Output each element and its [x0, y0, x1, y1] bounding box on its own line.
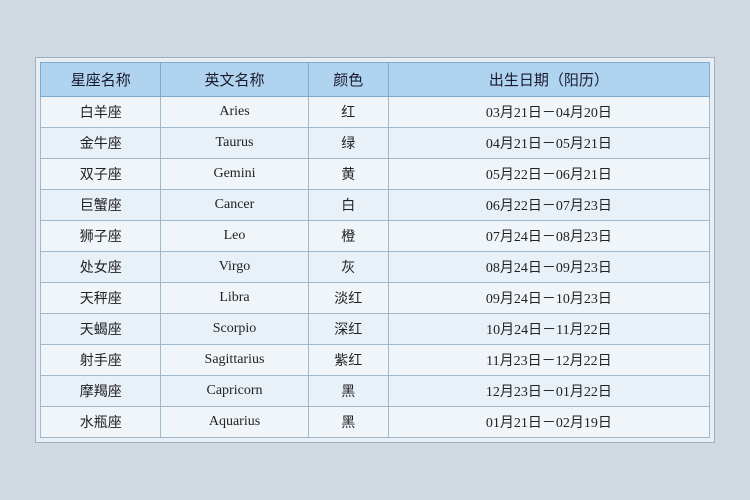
header-color: 颜色	[308, 63, 388, 97]
cell-color: 白	[308, 190, 388, 221]
cell-en: Scorpio	[161, 314, 308, 345]
cell-cn: 双子座	[41, 159, 161, 190]
table-row: 摩羯座Capricorn黑12月23日－01月22日	[41, 376, 710, 407]
header-cn: 星座名称	[41, 63, 161, 97]
cell-en: Cancer	[161, 190, 308, 221]
cell-color: 深红	[308, 314, 388, 345]
cell-cn: 巨蟹座	[41, 190, 161, 221]
table-row: 天蝎座Scorpio深红10月24日－11月22日	[41, 314, 710, 345]
table-row: 天秤座Libra淡红09月24日－10月23日	[41, 283, 710, 314]
cell-color: 橙	[308, 221, 388, 252]
table-row: 处女座Virgo灰08月24日－09月23日	[41, 252, 710, 283]
header-en: 英文名称	[161, 63, 308, 97]
zodiac-table-container: 星座名称 英文名称 颜色 出生日期（阳历） 白羊座Aries红03月21日－04…	[35, 57, 715, 443]
cell-date: 10月24日－11月22日	[388, 314, 709, 345]
cell-date: 06月22日－07月23日	[388, 190, 709, 221]
cell-cn: 金牛座	[41, 128, 161, 159]
table-row: 水瓶座Aquarius黑01月21日－02月19日	[41, 407, 710, 438]
cell-color: 淡红	[308, 283, 388, 314]
cell-color: 黑	[308, 407, 388, 438]
cell-color: 绿	[308, 128, 388, 159]
cell-en: Leo	[161, 221, 308, 252]
cell-date: 01月21日－02月19日	[388, 407, 709, 438]
cell-date: 03月21日－04月20日	[388, 97, 709, 128]
cell-date: 07月24日－08月23日	[388, 221, 709, 252]
cell-date: 08月24日－09月23日	[388, 252, 709, 283]
cell-en: Libra	[161, 283, 308, 314]
cell-color: 黄	[308, 159, 388, 190]
header-date: 出生日期（阳历）	[388, 63, 709, 97]
cell-en: Gemini	[161, 159, 308, 190]
cell-cn: 天秤座	[41, 283, 161, 314]
cell-date: 12月23日－01月22日	[388, 376, 709, 407]
table-row: 白羊座Aries红03月21日－04月20日	[41, 97, 710, 128]
cell-color: 紫红	[308, 345, 388, 376]
cell-cn: 白羊座	[41, 97, 161, 128]
cell-date: 11月23日－12月22日	[388, 345, 709, 376]
table-row: 巨蟹座Cancer白06月22日－07月23日	[41, 190, 710, 221]
cell-en: Aquarius	[161, 407, 308, 438]
cell-color: 灰	[308, 252, 388, 283]
table-row: 射手座Sagittarius紫红11月23日－12月22日	[41, 345, 710, 376]
cell-en: Sagittarius	[161, 345, 308, 376]
cell-color: 黑	[308, 376, 388, 407]
cell-cn: 狮子座	[41, 221, 161, 252]
cell-cn: 处女座	[41, 252, 161, 283]
cell-en: Aries	[161, 97, 308, 128]
cell-cn: 天蝎座	[41, 314, 161, 345]
table-row: 狮子座Leo橙07月24日－08月23日	[41, 221, 710, 252]
zodiac-table: 星座名称 英文名称 颜色 出生日期（阳历） 白羊座Aries红03月21日－04…	[40, 62, 710, 438]
cell-en: Virgo	[161, 252, 308, 283]
cell-en: Taurus	[161, 128, 308, 159]
table-row: 双子座Gemini黄05月22日－06月21日	[41, 159, 710, 190]
cell-date: 04月21日－05月21日	[388, 128, 709, 159]
cell-date: 09月24日－10月23日	[388, 283, 709, 314]
table-row: 金牛座Taurus绿04月21日－05月21日	[41, 128, 710, 159]
cell-color: 红	[308, 97, 388, 128]
table-header-row: 星座名称 英文名称 颜色 出生日期（阳历）	[41, 63, 710, 97]
cell-cn: 水瓶座	[41, 407, 161, 438]
cell-date: 05月22日－06月21日	[388, 159, 709, 190]
cell-cn: 射手座	[41, 345, 161, 376]
cell-cn: 摩羯座	[41, 376, 161, 407]
cell-en: Capricorn	[161, 376, 308, 407]
